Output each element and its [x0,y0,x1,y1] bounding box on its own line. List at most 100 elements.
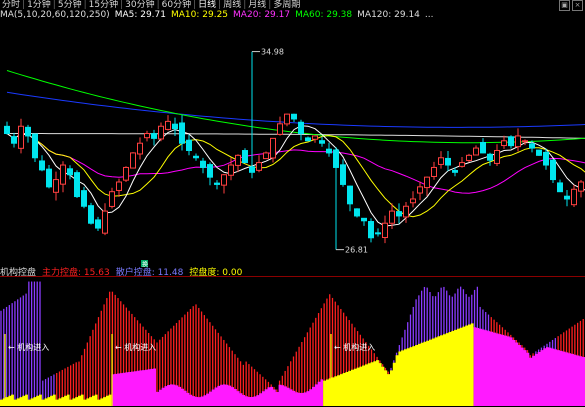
candle-body [165,120,171,130]
candle-body [564,195,570,200]
low-price-label: 26.81 [345,246,368,255]
candle-body [186,139,192,151]
candle-body [88,205,94,224]
candle-body [333,149,339,168]
candle-body [39,160,45,171]
candle-body [95,219,101,229]
candle-body [466,154,472,161]
candle-body [417,186,423,194]
candle-body [270,137,276,159]
candle-body [256,162,262,171]
candle-body [340,164,346,185]
indicator-fill-magenta [473,327,585,406]
candle-body [263,152,269,160]
ma120-line [6,91,585,128]
candle-body [298,121,304,135]
candle-body [207,164,213,178]
indicator-fill-yellow [323,323,474,406]
indicator-legend: 机构控盘 主力控盘: 15.63 散户控盘: 11.48 控盘度: 0.00 [0,265,585,278]
candle-body [172,123,178,130]
candle-body [403,205,409,218]
candle-body [228,164,234,176]
candle-body [291,113,297,120]
indicator-value-degree: 控盘度: 0.00 [189,268,243,278]
candle-body [46,168,52,188]
candle-body [144,133,150,139]
signal-label: ← 机构进入 [334,342,375,352]
candle-body [396,211,402,217]
candle-body [137,142,143,155]
candle-body [4,125,10,135]
high-price-label: 34.98 [261,48,284,57]
candle-body [32,133,38,159]
candle-body [193,155,199,159]
ma60-line [6,70,585,144]
candle-body [277,123,283,135]
candle-body [508,136,514,147]
indicator-value-retail: 散户控盘: 11.48 [115,268,184,278]
candle-body [284,113,290,125]
candle-body [123,166,129,181]
candle-body [130,152,136,169]
candle-body [354,208,360,217]
candle-body [67,168,73,176]
candle-body [53,179,59,193]
candle-body [480,141,486,154]
candle-body [375,232,381,235]
candle-body [347,185,353,205]
candle-body [361,217,367,222]
candle-body [151,133,157,139]
candle-body [235,154,241,166]
candle-body [18,125,24,149]
candle-body [438,157,444,165]
candle-body [550,159,556,181]
candle-body [529,143,535,149]
candle-body [557,182,563,193]
candle-body [74,172,80,198]
candle-body [389,210,395,224]
candle-body [410,198,416,204]
signal-label: ← 机构进入 [115,342,156,352]
candle-body [543,151,549,166]
candle-body [473,147,479,156]
candle-body [214,182,220,185]
candle-body [109,191,115,207]
candle-body [11,136,17,144]
candle-body [249,166,255,173]
candle-body [368,221,374,239]
indicator-name[interactable]: 机构控盘 [0,265,42,278]
candle-body [116,181,122,191]
kline-chart[interactable]: 34.9826.81换← 机构进入 ← 机构进入 ← 机构进入 [0,0,585,407]
candle-body [424,176,430,189]
candle-body [445,157,451,166]
candle-body [242,150,248,164]
candle-body [319,140,325,144]
indicator-value-main: 主力控盘: 15.63 [42,268,110,278]
candle-body [571,188,577,206]
candle-body [312,135,318,140]
candle-body [501,140,507,147]
candle-body [382,222,388,239]
indicator-fill-yellow [0,394,112,406]
candle-body [158,125,164,140]
candle-body [487,153,493,161]
candle-body [522,140,528,143]
candle-body [305,137,311,142]
ma250-line [7,133,585,139]
candle-body [200,160,206,168]
candle-body [179,122,185,144]
candle-body [25,126,31,137]
candle-body [431,166,437,177]
candle-body [60,164,66,185]
candle-body [578,181,584,192]
candle-body [452,169,458,173]
ma10-line [6,133,585,218]
candle-body [221,174,227,186]
candle-body [326,148,332,154]
candle-body [494,149,500,164]
candle-body [102,210,108,234]
signal-label: ← 机构进入 [8,342,49,352]
candle-body [459,162,465,167]
candle-body [515,135,521,148]
candle-body [536,149,542,156]
